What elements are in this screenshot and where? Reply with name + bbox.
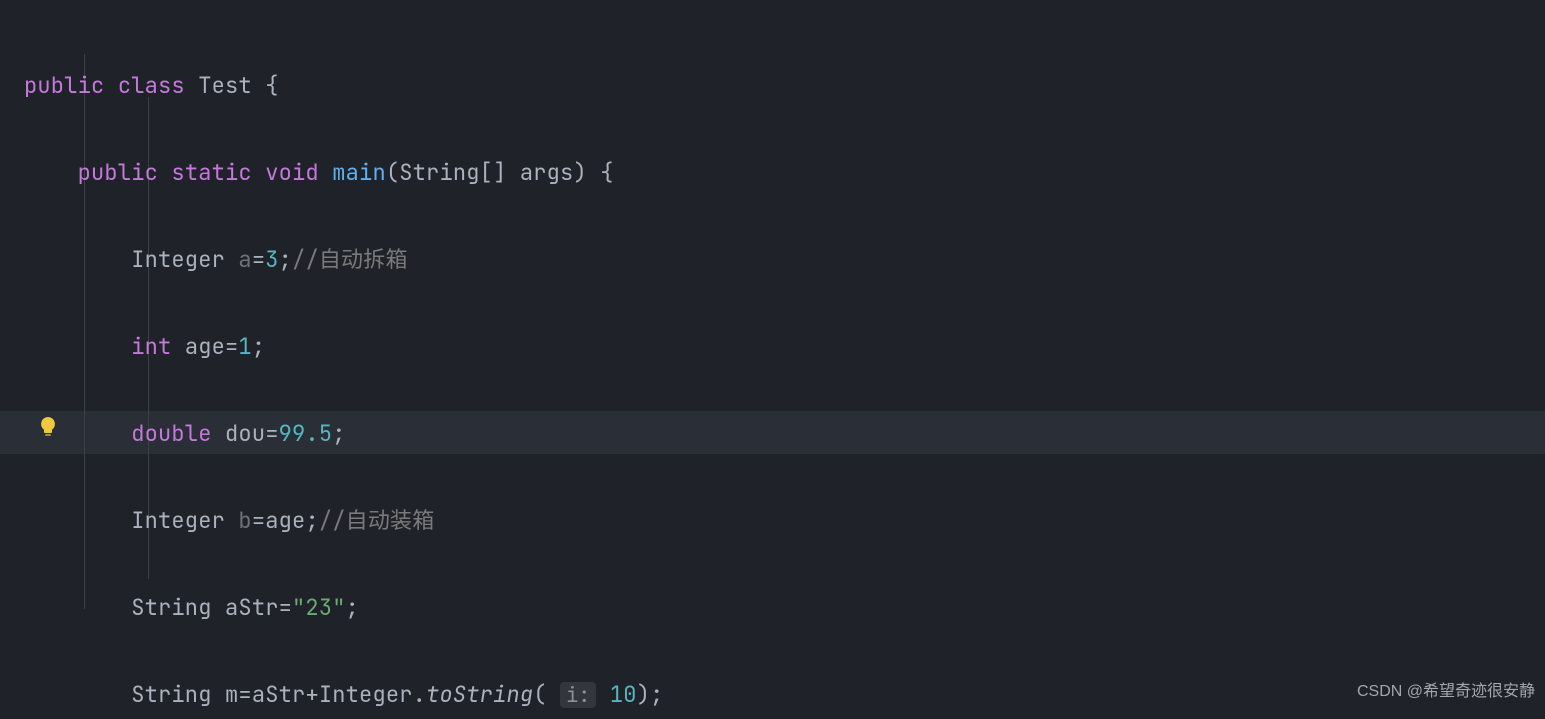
number: 99.5	[279, 419, 333, 448]
inlay-hint: i:	[560, 682, 596, 708]
type: Integer	[131, 245, 225, 274]
watermark: CSDN @希望奇迹很安静	[1357, 670, 1535, 714]
string: "23"	[292, 593, 346, 622]
op: =	[252, 245, 265, 274]
semicolon: ;	[650, 680, 663, 709]
dot: .	[413, 680, 426, 709]
semicolon: ;	[346, 593, 359, 622]
semicolon: ;	[332, 419, 345, 448]
keyword: double	[131, 419, 211, 448]
variable: a	[238, 245, 251, 274]
variable: aStr	[225, 593, 279, 622]
comment: //自动拆箱	[292, 245, 408, 274]
keyword: void	[265, 158, 319, 187]
op: +	[305, 680, 318, 709]
op: =	[265, 419, 278, 448]
code-line[interactable]: int age=1;	[24, 325, 973, 369]
variable: b	[238, 506, 251, 535]
variable: dou	[225, 419, 265, 448]
variable: m	[225, 680, 238, 709]
code-line[interactable]: public static void main(String[] args) {	[24, 151, 973, 195]
type: Integer	[131, 506, 225, 535]
type: String	[131, 680, 211, 709]
type: String	[131, 593, 211, 622]
method-name: main	[332, 158, 386, 187]
method-name: toString	[426, 680, 533, 709]
code-line[interactable]: Integer a=3;//自动拆箱	[24, 238, 973, 282]
code-editor[interactable]: public class Test { public static void m…	[0, 0, 1545, 719]
keyword: int	[131, 332, 171, 361]
semicolon: ;	[305, 506, 318, 535]
paren: (	[533, 680, 546, 709]
op: =	[252, 506, 265, 535]
code-area[interactable]: public class Test { public static void m…	[24, 20, 973, 719]
type: Integer	[319, 680, 413, 709]
code-line[interactable]: double dou=99.5;	[24, 412, 973, 456]
paren: )	[637, 680, 650, 709]
semicolon: ;	[279, 245, 292, 274]
variable: aStr	[252, 680, 306, 709]
op: =	[225, 332, 238, 361]
code-line[interactable]: String aStr="23";	[24, 586, 973, 630]
op: =	[279, 593, 292, 622]
comment: //自动装箱	[319, 506, 435, 535]
number: 3	[265, 245, 278, 274]
number: 10	[610, 680, 637, 709]
code-line[interactable]: Integer b=age;//自动装箱	[24, 499, 973, 543]
semicolon: ;	[252, 332, 265, 361]
keyword: public	[24, 71, 104, 100]
code-line[interactable]: public class Test {	[24, 64, 973, 108]
params: (String[] args) {	[386, 158, 614, 187]
brace: {	[265, 71, 278, 100]
keyword: class	[118, 71, 185, 100]
keyword: static	[171, 158, 251, 187]
variable: age	[185, 332, 225, 361]
code-line[interactable]: String m=aStr+Integer.toString( i: 10);	[24, 673, 973, 718]
class-name: Test	[198, 71, 252, 100]
number: 1	[238, 332, 251, 361]
op: =	[238, 680, 251, 709]
keyword: public	[78, 158, 158, 187]
variable: age	[265, 506, 305, 535]
